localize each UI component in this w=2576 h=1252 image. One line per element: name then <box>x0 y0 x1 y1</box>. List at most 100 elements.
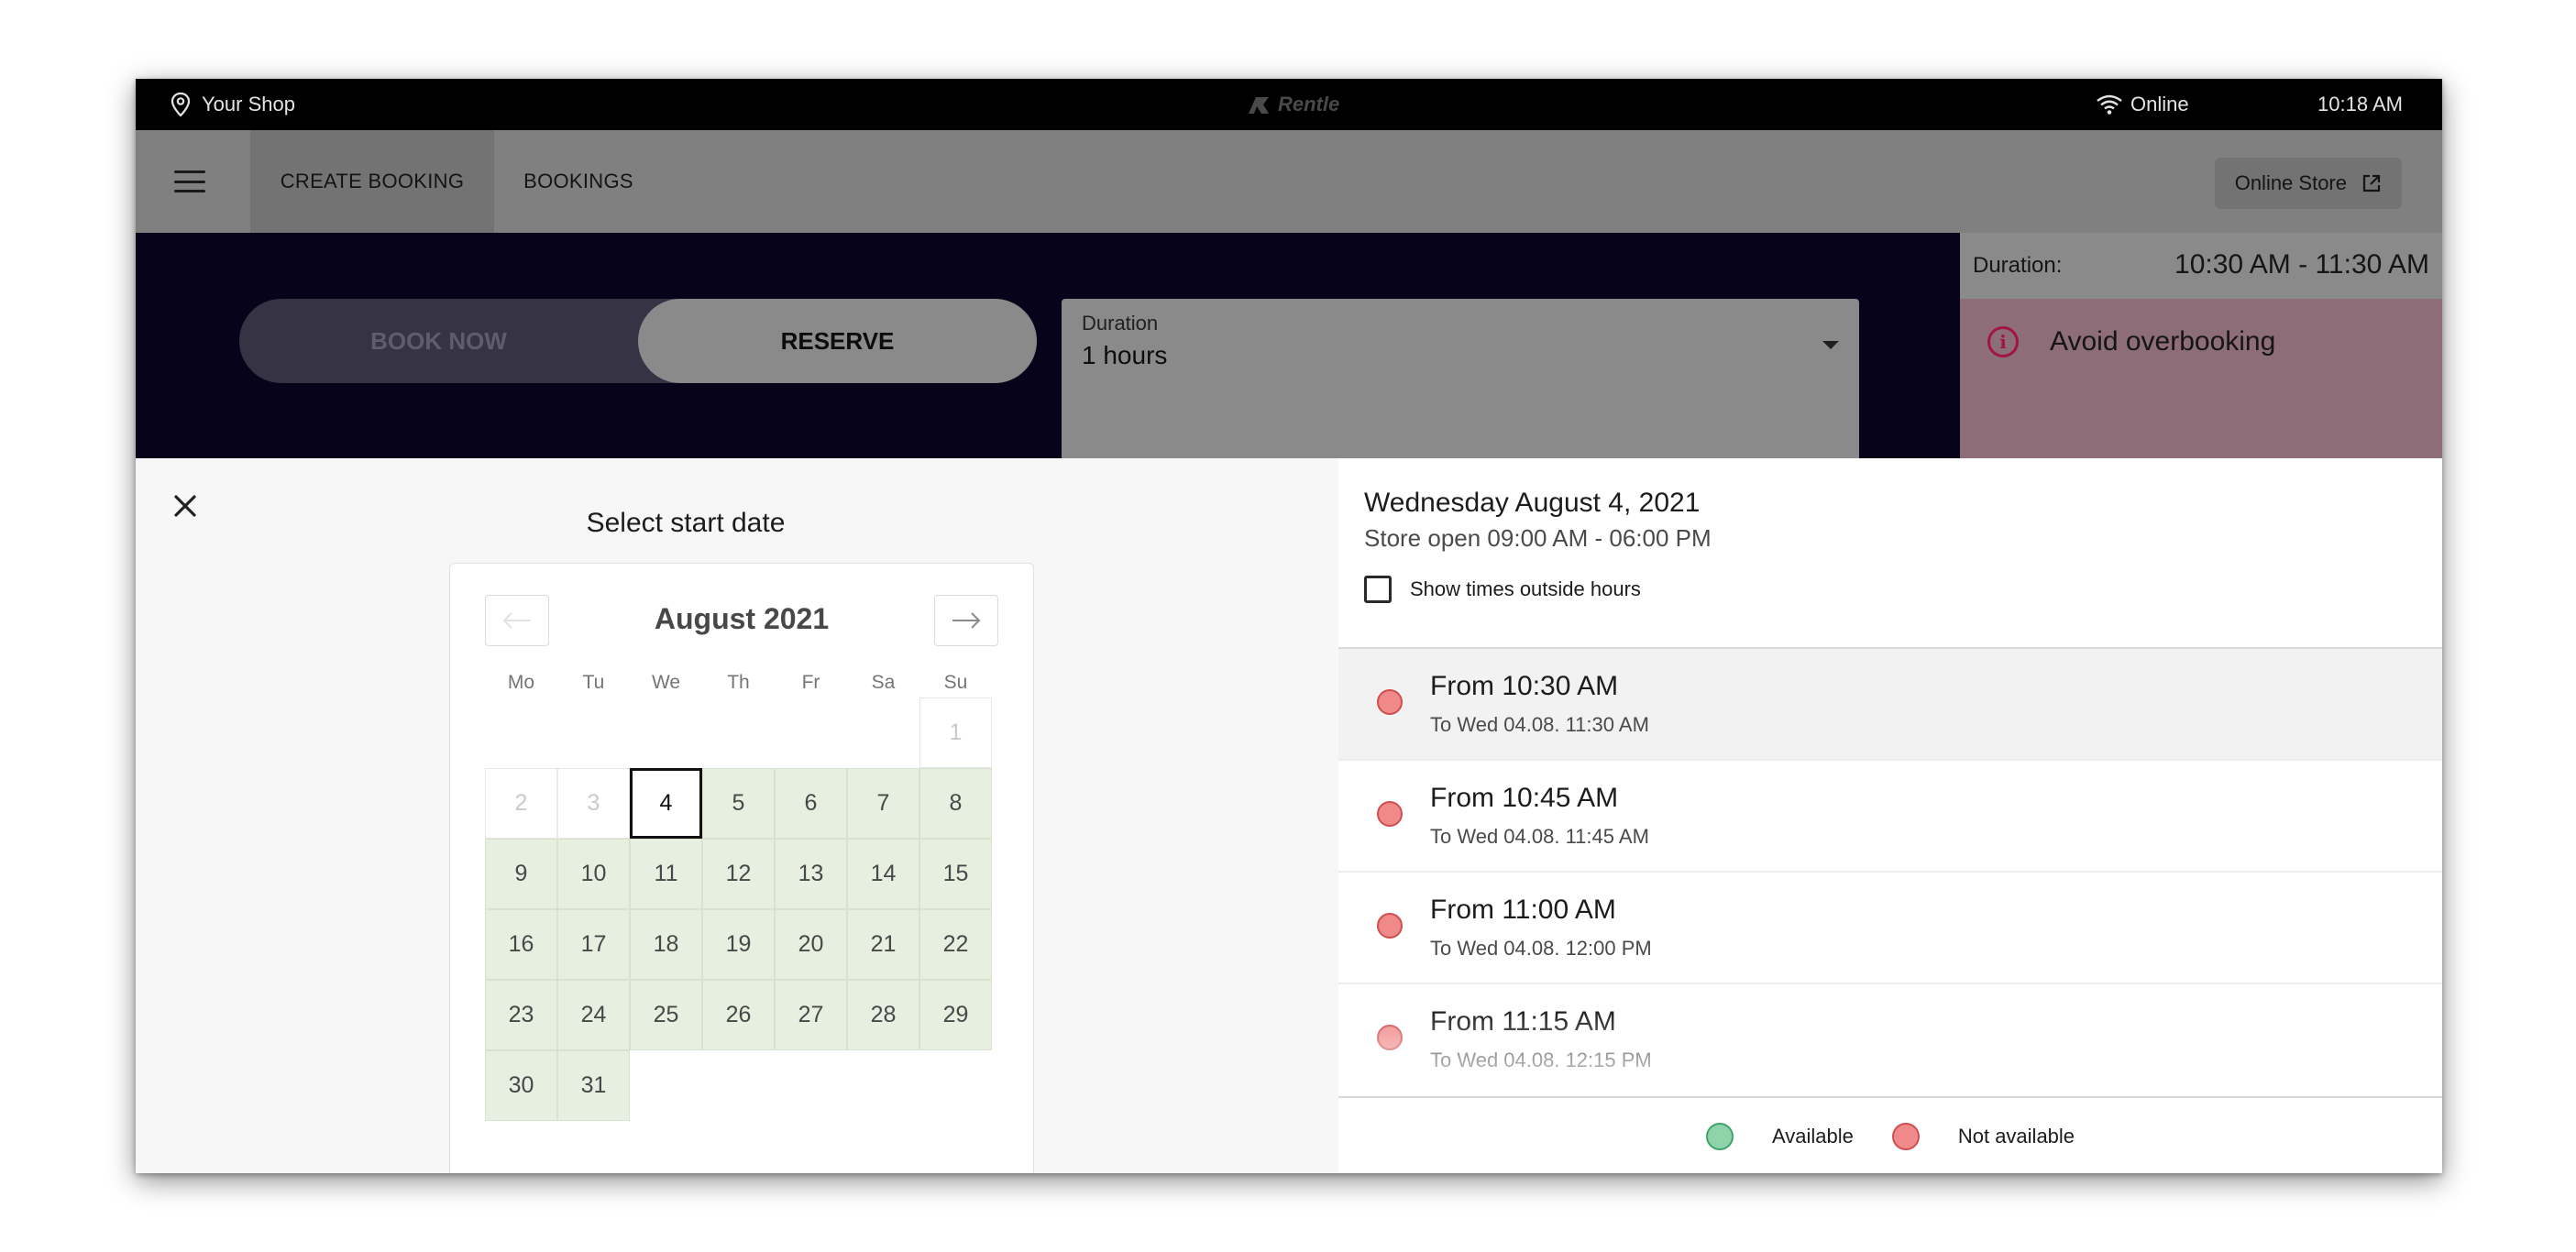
not-available-dot-icon <box>1377 913 1403 939</box>
calendar-empty-cell <box>775 697 847 768</box>
menu-icon-bar <box>174 190 205 192</box>
connection-label: Online <box>2130 93 2189 115</box>
weekday-label: We <box>651 672 681 693</box>
calendar-empty-cell <box>630 697 702 768</box>
duration-select[interactable]: Duration 1 hours <box>1062 299 1859 458</box>
calendar-day[interactable]: 6 <box>775 768 847 839</box>
calendar-day[interactable]: 26 <box>702 980 775 1050</box>
picker-title: Select start date <box>586 508 786 538</box>
calendar-day[interactable]: 15 <box>919 839 992 909</box>
weekday-label: Fr <box>801 672 820 693</box>
calendar-day[interactable]: 10 <box>557 839 630 909</box>
app-bar: CREATE BOOKING BOOKINGS Online Store <box>136 130 2442 233</box>
calendar-day[interactable]: 28 <box>847 980 919 1050</box>
next-month-button[interactable] <box>934 595 998 646</box>
calendar-day[interactable]: 18 <box>630 909 702 980</box>
calendar-day[interactable]: 13 <box>775 839 847 909</box>
status-bar: Your Shop Rentle Online 10:18 AM <box>136 79 2442 130</box>
arrow-right-icon <box>952 612 981 629</box>
calendar: August 2021 Mo Tu We Th Fr Sa Su 1 2 3 4 5 6 7 8 9 10 11… <box>449 563 1034 1173</box>
slot-end-time: To Wed 04.08. 11:45 AM <box>1430 825 1649 848</box>
book-now-option[interactable]: BOOK NOW <box>239 299 638 383</box>
slot-start-time: From 10:45 AM <box>1430 783 1619 813</box>
legend-available-label: Available <box>1771 1125 1854 1148</box>
shop-name: Your Shop <box>202 93 295 115</box>
warning-text: Avoid overbooking <box>2050 326 2276 357</box>
calendar-day[interactable]: 30 <box>485 1050 557 1121</box>
calendar-day[interactable]: 29 <box>919 980 992 1050</box>
calendar-day[interactable]: 8 <box>919 768 992 839</box>
weekday-label: Th <box>727 672 750 693</box>
not-available-dot-icon <box>1377 801 1403 827</box>
slot-start-time: From 11:00 AM <box>1430 895 1616 925</box>
calendar-day[interactable]: 22 <box>919 909 992 980</box>
calendar-day[interactable]: 5 <box>702 768 775 839</box>
calendar-grid: 1 2 3 4 5 6 7 8 9 10 11 12 13 14 15 16 17 18 19 20 21 22 23 24 2… <box>485 697 992 1121</box>
rentle-logo-text: Rentle <box>1278 93 1340 115</box>
calendar-day[interactable]: 11 <box>630 839 702 909</box>
rentle-logo-icon <box>1249 97 1269 114</box>
selected-date-heading: Wednesday August 4, 2021 <box>1364 488 1701 518</box>
calendar-day[interactable]: 24 <box>557 980 630 1050</box>
calendar-empty-cell <box>702 697 775 768</box>
booking-form: BOOK NOW RESERVE Duration 1 hours <box>136 233 1960 458</box>
external-link-icon <box>2362 174 2381 192</box>
overbooking-warning: i Avoid overbooking <box>1960 299 2442 458</box>
time-slot[interactable]: From 11:00 AM To Wed 04.08. 12:00 PM <box>1338 873 2442 984</box>
weekday-label: Su <box>943 672 968 693</box>
calendar-day[interactable]: 20 <box>775 909 847 980</box>
weekday-label: Tu <box>582 672 605 693</box>
weekday-header: Mo Tu We Th Fr Sa Su <box>485 672 992 694</box>
duration-label: Duration <box>1082 312 1159 335</box>
not-available-dot-icon <box>1891 1123 1920 1150</box>
calendar-day[interactable]: 23 <box>485 980 557 1050</box>
calendar-day[interactable]: 31 <box>557 1050 630 1121</box>
calendar-day[interactable]: 27 <box>775 980 847 1050</box>
menu-button[interactable] <box>171 163 209 200</box>
dropdown-arrow-icon <box>1822 341 1839 349</box>
connection-status: Online <box>2096 79 2189 130</box>
calendar-day: 2 <box>485 768 557 839</box>
calendar-empty-cell <box>557 697 630 768</box>
reserve-option[interactable]: RESERVE <box>638 299 1037 383</box>
not-available-dot-icon <box>1377 689 1403 715</box>
wifi-icon <box>2097 94 2122 115</box>
show-outside-hours-checkbox[interactable] <box>1364 576 1392 603</box>
calendar-day[interactable]: 25 <box>630 980 702 1050</box>
rentle-logo: Rentle <box>1245 79 1339 130</box>
slot-start-time: From 10:30 AM <box>1430 671 1619 701</box>
weekday-label: Sa <box>871 672 896 693</box>
tab-bookings[interactable]: BOOKINGS <box>514 130 643 233</box>
calendar-day[interactable]: 14 <box>847 839 919 909</box>
menu-icon-bar <box>174 170 205 173</box>
booking-summary: Duration: 10:30 AM - 11:30 AM i Avoid ov… <box>1960 233 2442 458</box>
calendar-day[interactable]: 17 <box>557 909 630 980</box>
calendar-empty-cell <box>847 697 919 768</box>
time-slot[interactable]: From 10:30 AM To Wed 04.08. 11:30 AM <box>1338 649 2442 761</box>
app-window: Your Shop Rentle Online 10:18 AM CREATE … <box>136 79 2442 1173</box>
location-pin-icon <box>171 92 191 117</box>
time-slot[interactable]: From 10:45 AM To Wed 04.08. 11:45 AM <box>1338 761 2442 873</box>
list-fade-overlay <box>1338 1010 2442 1096</box>
calendar-day[interactable]: 16 <box>485 909 557 980</box>
calendar-day[interactable]: 19 <box>702 909 775 980</box>
show-outside-hours-toggle[interactable]: Show times outside hours <box>1364 576 1641 603</box>
calendar-day[interactable]: 7 <box>847 768 919 839</box>
calendar-day-selected[interactable]: 4 <box>630 768 702 839</box>
tab-create-booking[interactable]: CREATE BOOKING <box>250 130 494 233</box>
online-store-button[interactable]: Online Store <box>2214 158 2402 209</box>
online-store-label: Online Store <box>2234 171 2347 194</box>
calendar-day[interactable]: 12 <box>702 839 775 909</box>
menu-icon-bar <box>174 180 205 183</box>
shop-indicator: Your Shop <box>171 79 295 130</box>
calendar-day: 3 <box>557 768 630 839</box>
calendar-day[interactable]: 9 <box>485 839 557 909</box>
summary-duration-label: Duration: <box>1973 253 2063 278</box>
availability-legend: Available Not available <box>1338 1096 2442 1173</box>
calendar-day[interactable]: 21 <box>847 909 919 980</box>
times-panel: Wednesday August 4, 2021 Store open 09:0… <box>1338 458 2442 1173</box>
slot-end-time: To Wed 04.08. 11:30 AM <box>1430 713 1649 736</box>
calendar-panel: Select start date August 2021 Mo Tu We Th Fr… <box>136 458 1338 1173</box>
clock: 10:18 AM <box>2317 93 2403 115</box>
calendar-empty-cell <box>485 697 557 768</box>
